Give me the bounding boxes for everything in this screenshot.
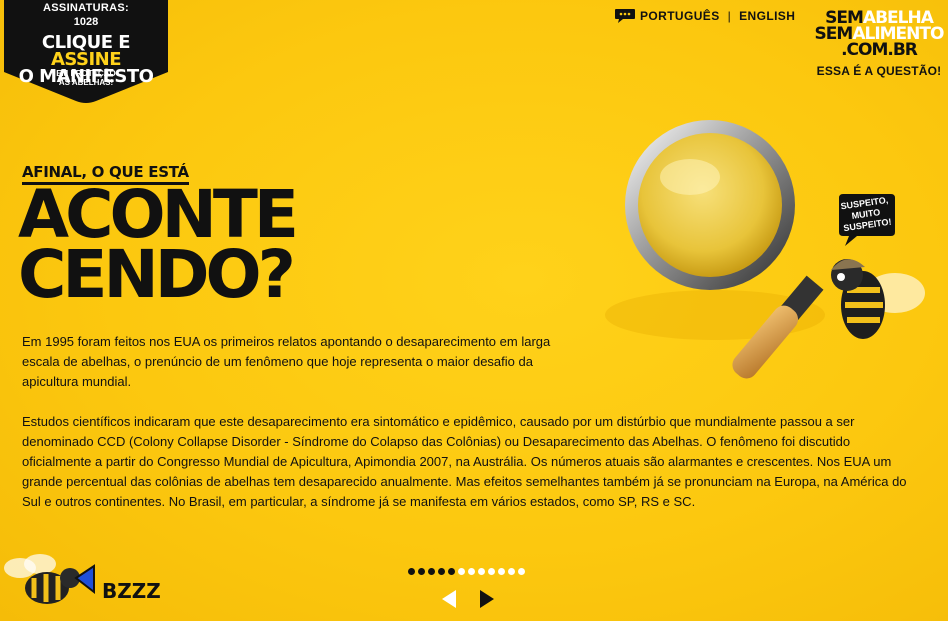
language-selector: PORTUGUÊS | ENGLISH — [614, 8, 795, 24]
site-logo[interactable]: SEMABELHA SEMALIMENTO .COM.BR ESSA É A Q… — [814, 10, 945, 79]
signature-count-label: ASSINATURAS: — [43, 2, 129, 14]
bzzz-label: BZZZ — [102, 579, 161, 603]
manifest-badge[interactable]: ASSINATURAS: 1028 CLIQUE E ASSINE O MANI… — [0, 0, 172, 104]
suspicion-speech-bubble: SUSPEITO, MUITO SUSPEITO! — [835, 190, 897, 248]
logo-line3: .COM.BR — [841, 40, 918, 60]
sub-line1: EM PROTEÇÃO — [56, 69, 116, 78]
pager-dot[interactable] — [498, 568, 505, 575]
title-line2: CENDO? — [18, 236, 296, 313]
pager-dot[interactable] — [488, 568, 495, 575]
pager-dot[interactable] — [448, 568, 455, 575]
slide-nav — [440, 589, 496, 609]
pager-dot[interactable] — [418, 568, 425, 575]
bzzz-bee-megaphone[interactable]: BZZZ — [2, 548, 167, 618]
pager-dot[interactable] — [428, 568, 435, 575]
pager-dot[interactable] — [458, 568, 465, 575]
pager-dot[interactable] — [408, 568, 415, 575]
sub-line2: ÀS ABELHAS! — [58, 78, 114, 87]
prev-arrow-icon[interactable] — [440, 589, 458, 609]
paragraph-2: Estudos científicos indicaram que este d… — [22, 414, 907, 509]
page-title: ACONTE CENDO? — [18, 182, 299, 313]
lang-separator: | — [727, 9, 732, 23]
article-body: Em 1995 foram feitos nos EUA os primeiro… — [22, 332, 922, 532]
chat-bubble-icon — [615, 9, 635, 23]
pager-dot[interactable] — [518, 568, 525, 575]
paragraph-1: Em 1995 foram feitos nos EUA os primeiro… — [22, 334, 551, 389]
lang-english-link[interactable]: ENGLISH — [739, 9, 795, 23]
logo-tagline: ESSA É A QUESTÃO! — [816, 64, 942, 78]
lang-portuguese-link[interactable]: PORTUGUÊS — [640, 9, 720, 23]
next-arrow-icon[interactable] — [478, 589, 496, 609]
signature-count-value: 1028 — [73, 16, 99, 28]
pager-dot[interactable] — [508, 568, 515, 575]
slide-pager — [408, 568, 525, 575]
pager-dot[interactable] — [438, 568, 445, 575]
manifest-subtitle: EM PROTEÇÃO ÀS ABELHAS! — [0, 69, 172, 87]
pager-dot[interactable] — [478, 568, 485, 575]
pager-dot[interactable] — [468, 568, 475, 575]
